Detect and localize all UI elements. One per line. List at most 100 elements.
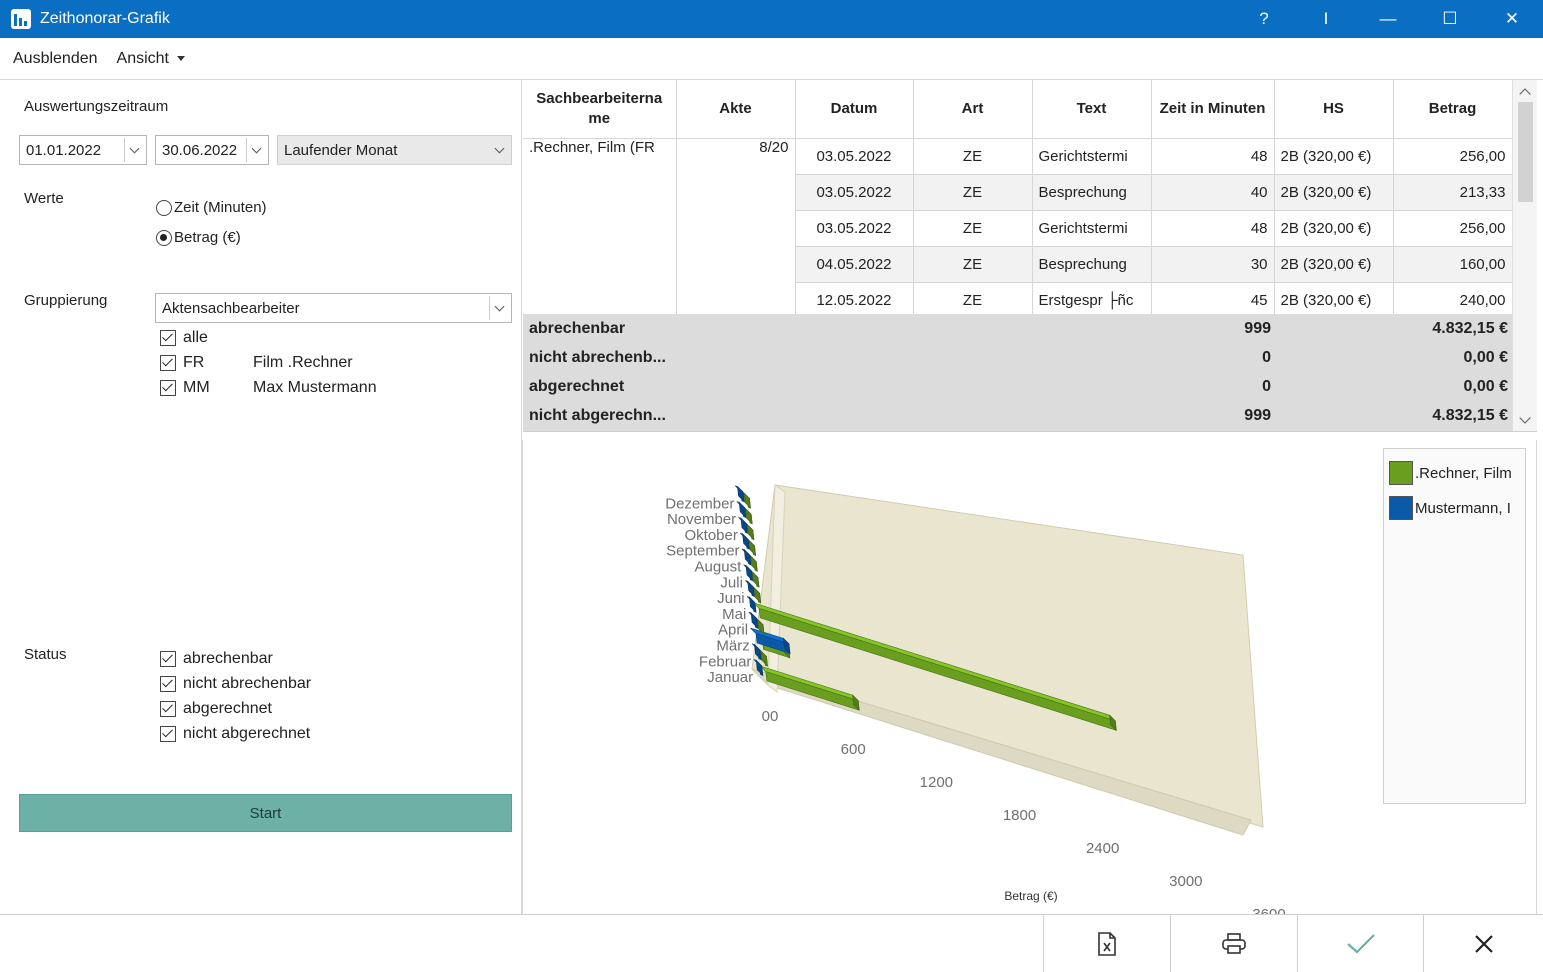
chevron-down-icon[interactable] xyxy=(1519,412,1531,424)
status-check-billed[interactable]: abgerechnet xyxy=(160,700,272,718)
col-header-hs[interactable]: HS xyxy=(1274,80,1394,139)
status-check-not-billable[interactable]: nicht abrechenbar xyxy=(160,675,311,693)
cell-text: Besprechung xyxy=(1032,174,1152,211)
summary-minutes: 0 xyxy=(1262,348,1271,366)
entries-table: Sachbearbeiterna me Akte Datum Art Text … xyxy=(523,80,1537,432)
checkbox-checked-icon[interactable] xyxy=(160,676,176,692)
checkbox-checked-icon[interactable] xyxy=(160,330,176,346)
x-tick-label: 600 xyxy=(841,741,866,758)
chevron-down-icon[interactable] xyxy=(489,296,509,320)
table-scrollbar[interactable] xyxy=(1512,80,1537,431)
summary-minutes: 999 xyxy=(1244,319,1271,337)
group-check-fr[interactable]: FR Film .Rechner xyxy=(160,354,353,372)
x-tick-label: 2400 xyxy=(1086,840,1119,857)
x-tick-label: 3000 xyxy=(1169,873,1202,890)
table-row[interactable]: .Rechner, Film (FR 8/20 03.05.2022 ZE Ge… xyxy=(523,138,1513,319)
bar-end-mustermann-April xyxy=(750,612,759,629)
x-tick-label: 1200 xyxy=(920,774,953,791)
summary-label: abgerechnet xyxy=(529,377,625,395)
start-button[interactable]: Start xyxy=(19,794,512,832)
bar-end-rechner-Dezember xyxy=(743,492,751,509)
col-header-text[interactable]: Text xyxy=(1032,80,1152,139)
bar-end-mustermann-Mai xyxy=(749,596,757,614)
category-label-Mai: Mai xyxy=(722,606,746,623)
bar-end-mustermann-Juli xyxy=(745,564,753,582)
summary-row: nicht abgerechn... 999 4.832,15 € xyxy=(523,401,1512,430)
radio-circle-icon[interactable] xyxy=(156,199,172,216)
col-header-date[interactable]: Datum xyxy=(795,80,914,139)
radio-time-label: Zeit (Minuten) xyxy=(174,199,267,216)
help-button[interactable]: ? xyxy=(1233,0,1295,38)
legend-item: .Rechner, Film xyxy=(1389,461,1523,485)
cell-type: ZE xyxy=(913,282,1033,319)
date-to-value: 30.06.2022 xyxy=(162,141,238,159)
summary-row: abrechenbar 999 4.832,15 € xyxy=(523,314,1512,343)
status-item-label: nicht abgerechnet xyxy=(183,725,311,742)
date-to-picker[interactable]: 30.06.2022 xyxy=(155,135,269,165)
chevron-up-icon[interactable] xyxy=(1519,88,1531,100)
scrollbar-thumb[interactable] xyxy=(1518,102,1533,202)
export-excel-button[interactable] xyxy=(1043,915,1170,972)
period-label: Auswertungszeitraum xyxy=(24,98,169,115)
checkbox-checked-icon[interactable] xyxy=(160,355,176,371)
cancel-button[interactable] xyxy=(1423,915,1543,972)
x-tick-label: 3600 xyxy=(1252,906,1285,914)
checkbox-checked-icon[interactable] xyxy=(160,726,176,742)
legend-swatch xyxy=(1389,461,1413,485)
status-check-not-billed[interactable]: nicht abgerechnet xyxy=(160,725,310,743)
group-code: alle xyxy=(183,329,208,346)
menu-view[interactable]: Ansicht xyxy=(117,50,185,68)
radio-time[interactable]: Zeit (Minuten) xyxy=(156,199,267,216)
cell-hs: 2B (320,00 €) xyxy=(1274,138,1394,175)
confirm-button[interactable] xyxy=(1297,915,1423,972)
menu-hide[interactable]: Ausblenden xyxy=(13,50,98,68)
bar-end-mustermann-November xyxy=(738,501,747,519)
print-button[interactable] xyxy=(1170,915,1297,972)
summary-label: abrechenbar xyxy=(529,319,626,337)
text-cursor-icon: I xyxy=(1323,9,1329,28)
cell-date: 03.05.2022 xyxy=(795,210,914,247)
cell-type: ZE xyxy=(913,138,1033,175)
summary-amount: 0,00 € xyxy=(1463,377,1508,395)
radio-amount[interactable]: Betrag (€) xyxy=(156,229,241,246)
cell-amount: 240,00 xyxy=(1393,282,1513,319)
bar-end-mustermann-September xyxy=(742,533,750,550)
period-preset-select[interactable]: Laufender Monat xyxy=(277,135,512,165)
grouping-select[interactable]: Aktensachbearbeiter xyxy=(155,293,512,323)
chevron-down-icon[interactable] xyxy=(124,138,144,162)
date-from-picker[interactable]: 01.01.2022 xyxy=(19,135,147,165)
group-check-mm[interactable]: MM Max Mustermann xyxy=(160,379,377,397)
category-label-Oktober: Oktober xyxy=(684,527,737,544)
checkbox-checked-icon[interactable] xyxy=(160,380,176,396)
cell-type: ZE xyxy=(913,246,1033,283)
radio-circle-selected-icon[interactable] xyxy=(156,229,172,246)
cell-text: Gerichtstermi xyxy=(1032,138,1152,175)
bar-end-rechner-September xyxy=(748,539,756,557)
date-from-value: 01.01.2022 xyxy=(26,141,102,159)
minimize-button[interactable]: — xyxy=(1357,0,1419,38)
chevron-down-icon[interactable] xyxy=(246,138,266,162)
checkbox-checked-icon[interactable] xyxy=(160,701,176,717)
group-check-all[interactable]: alle xyxy=(160,329,253,347)
col-header-clerk[interactable]: Sachbearbeiterna me xyxy=(523,80,677,139)
cell-hs: 2B (320,00 €) xyxy=(1274,210,1394,247)
close-window-button[interactable]: ✕ xyxy=(1481,0,1543,38)
checkbox-checked-icon[interactable] xyxy=(160,651,176,667)
maximize-button[interactable]: ☐ xyxy=(1419,0,1481,38)
status-check-billable[interactable]: abrechenbar xyxy=(160,650,273,668)
col-header-file[interactable]: Akte xyxy=(676,80,796,139)
bar-end-mustermann-Oktober xyxy=(740,517,748,535)
summary-minutes: 0 xyxy=(1262,377,1271,395)
radio-amount-label: Betrag (€) xyxy=(174,229,241,246)
checkmark-icon xyxy=(1346,934,1375,954)
cell-minutes: 30 xyxy=(1151,246,1275,283)
category-label-August: August xyxy=(695,559,743,576)
col-header-amount[interactable]: Betrag xyxy=(1393,80,1513,139)
menu-view-label: Ansicht xyxy=(116,49,169,67)
menu-bar: Ausblenden Ansicht xyxy=(0,38,1543,80)
bar-end-mustermann-Dezember xyxy=(737,485,745,503)
col-header-type[interactable]: Art xyxy=(913,80,1033,139)
summary-row: abgerechnet 0 0,00 € xyxy=(523,372,1512,401)
col-header-minutes[interactable]: Zeit in Minuten xyxy=(1151,80,1275,139)
cell-amount: 256,00 xyxy=(1393,138,1513,175)
